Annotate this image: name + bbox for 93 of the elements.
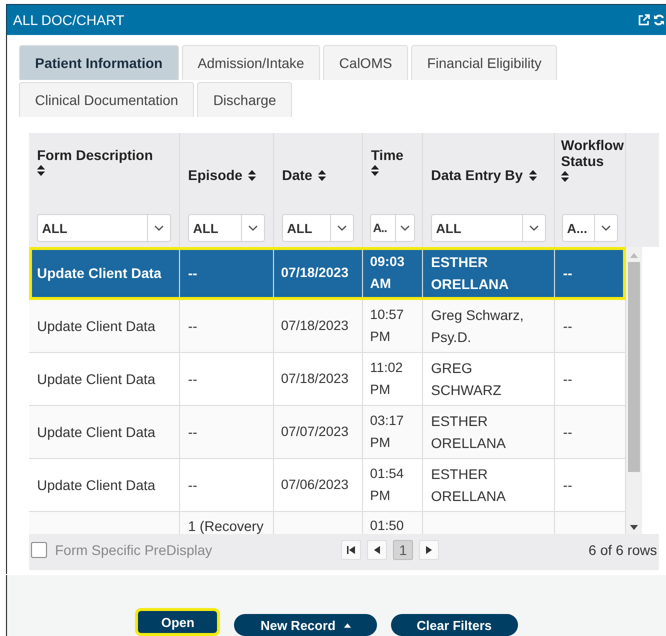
column-header[interactable]: Time (363, 133, 423, 211)
table-row[interactable]: 1 (Recovery 01:50 (29, 512, 626, 534)
table-cell-text: -- (563, 264, 572, 283)
tab[interactable]: Patient Information (19, 45, 179, 80)
table-cell-text: 07/18/2023 (281, 317, 349, 335)
sort-icon[interactable] (318, 170, 326, 180)
chevron-down-icon (154, 225, 164, 231)
column-title: Date (282, 167, 312, 183)
table-row[interactable]: Update Client Data -- 07/18/2023 10:57 PM Greg Schwarz, Psy.D. -- (29, 300, 626, 353)
action-button[interactable]: Clear Filters (390, 614, 518, 636)
table-cell-text: 10:57 PM (370, 306, 405, 346)
column-title: Episode (188, 167, 242, 183)
table-cell-text: -- (188, 476, 198, 495)
column-title: Time (371, 147, 404, 163)
checkbox-label: Form Specific PreDisplay (55, 542, 212, 558)
table-cell-text: Update Client Data (37, 476, 156, 495)
row-count: 6 of 6 rows (588, 542, 657, 558)
previous-icon (374, 546, 380, 554)
chevron-down-icon (601, 225, 611, 231)
column-header[interactable]: Data Entry By (423, 133, 555, 211)
table-cell-text: -- (188, 264, 198, 283)
filter-dropdown[interactable]: ALL (188, 214, 265, 242)
table-cell-text: 07/18/2023 (281, 370, 349, 388)
caret-up-icon (344, 622, 351, 628)
table-cell-text: 07/18/2023 (281, 264, 349, 282)
table-cell-text: Greg Schwarz, Psy.D. (431, 306, 525, 347)
table-cell-text: 07/07/2023 (281, 423, 349, 441)
first-page-button[interactable] (341, 540, 361, 560)
column-title: Workflow Status (561, 137, 624, 169)
filter-dropdown[interactable]: ALL (431, 214, 546, 242)
next-page-button[interactable] (419, 540, 439, 560)
table-cell-text: -- (563, 476, 572, 495)
chevron-down-icon (248, 225, 258, 231)
tab[interactable]: Clinical Documentation (19, 82, 194, 117)
table-cell-text: 01:50 (370, 517, 404, 534)
sort-icon[interactable] (528, 170, 537, 180)
table-row[interactable]: Update Client Data -- 07/07/2023 03:17 PM ESTHER ORELLANA -- (29, 406, 626, 459)
page-button[interactable]: 1 (393, 540, 413, 560)
refresh-icon[interactable] (654, 14, 664, 26)
scrollbar-thumb[interactable] (628, 262, 640, 472)
sort-icon[interactable] (561, 171, 569, 182)
column-header[interactable]: Workflow Status (555, 133, 626, 211)
table-cell-text: GREG SCHWARZ (431, 359, 502, 400)
sort-icon[interactable] (248, 170, 256, 180)
action-button[interactable]: Open (135, 608, 220, 636)
table-row[interactable]: Update Client Data -- 07/18/2023 11:02 PM GREG SCHWARZ -- (29, 353, 626, 406)
table-cell-text: ESTHER ORELLANA (431, 253, 510, 294)
table-cell-text: 07/06/2023 (281, 476, 349, 494)
tab[interactable]: Discharge (197, 82, 292, 117)
previous-page-button[interactable] (367, 540, 387, 560)
scroll-down-icon[interactable] (630, 525, 638, 530)
table-row[interactable]: Update Client Data -- 07/18/2023 09:03 AM ESTHER ORELLANA -- (29, 247, 626, 300)
table-cell-text: -- (563, 370, 572, 389)
table-cell-text: Update Client Data (37, 317, 156, 336)
table-cell-text: Update Client Data (37, 264, 162, 283)
checkbox[interactable] (31, 542, 47, 558)
table-row[interactable]: Update Client Data -- 07/06/2023 01:54 PM ESTHER ORELLANA -- (29, 459, 626, 512)
column-header[interactable]: Form Description (29, 133, 180, 211)
table-cell-text: -- (563, 423, 572, 442)
column-title: Form Description (37, 147, 154, 163)
table-cell-text: -- (563, 317, 572, 336)
table-cell-text: -- (188, 370, 198, 389)
table-cell-text: 01:54 PM (370, 465, 405, 505)
tab[interactable]: CalOMS (323, 45, 408, 80)
window-title: ALL DOC/CHART (13, 12, 126, 28)
filter-dropdown[interactable]: ALL (282, 214, 354, 242)
column-header[interactable]: Episode (180, 133, 274, 211)
chevron-down-icon (400, 225, 410, 231)
filter-dropdown[interactable]: ALL (37, 214, 171, 242)
table-cell-text: ESTHER ORELLANA (431, 412, 507, 453)
table-cell-text: 1 (Recovery (188, 517, 264, 534)
next-icon (426, 546, 432, 554)
sort-icon[interactable] (371, 165, 379, 176)
sort-icon[interactable] (37, 165, 45, 176)
table-cell-text: Update Client Data (37, 423, 156, 442)
chevron-down-icon (529, 225, 539, 231)
table-cell-text: -- (188, 317, 198, 336)
table-cell-text: -- (188, 423, 198, 442)
table-cell-text: 11:02 PM (370, 359, 404, 399)
filter-dropdown[interactable]: A.. (370, 214, 415, 242)
table-cell-text: Update Client Data (37, 370, 156, 389)
filter-dropdown[interactable]: A... (562, 214, 618, 242)
external-link-icon[interactable] (638, 14, 650, 26)
action-button[interactable]: New Record (234, 614, 377, 636)
first-page-icon (347, 546, 355, 554)
tab[interactable]: Financial Eligibility (411, 45, 558, 80)
table-cell-text: 03:17 PM (370, 412, 405, 452)
tab[interactable]: Admission/Intake (182, 45, 320, 80)
chevron-down-icon (337, 225, 347, 231)
column-header[interactable]: Date (274, 133, 363, 211)
column-title: Data Entry By (431, 167, 523, 183)
table-cell-text: ESTHER ORELLANA (431, 465, 507, 506)
table-cell-text: 09:03 AM (370, 253, 406, 293)
